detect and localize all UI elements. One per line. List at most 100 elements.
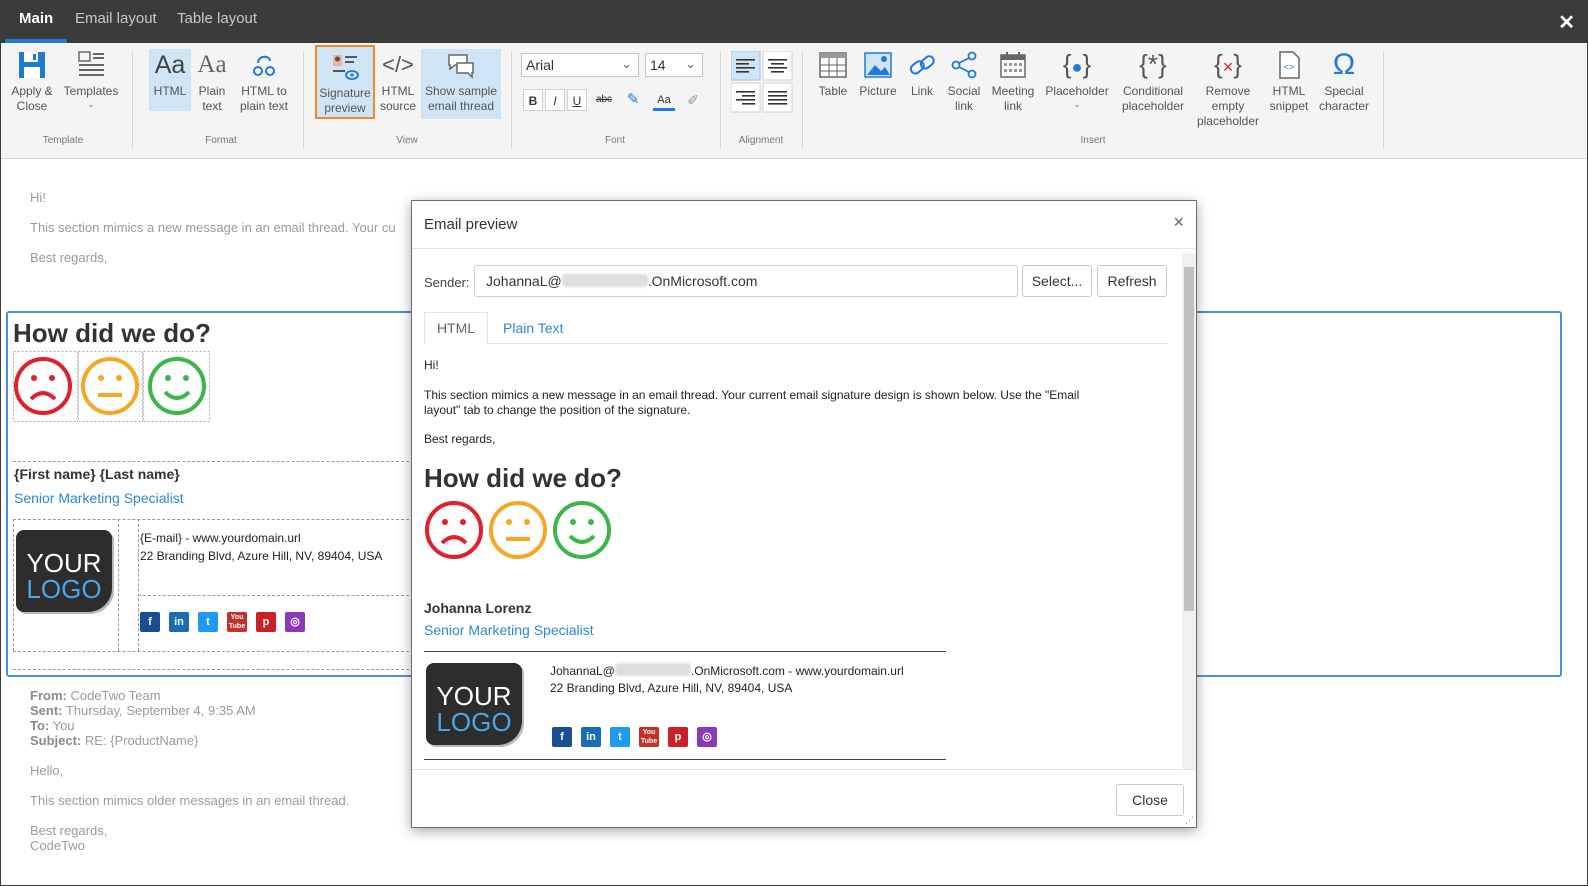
remove-placeholder-icon: {×} <box>1214 49 1242 79</box>
insert-placeholder-button[interactable]: {●} Placeholder ⌄ <box>1043 49 1111 109</box>
font-size-select[interactable]: 14 ⌄ <box>645 53 703 77</box>
instagram-icon[interactable]: ◎ <box>697 727 717 747</box>
facebook-icon[interactable]: f <box>140 612 160 632</box>
bold-button[interactable]: B <box>523 89 543 111</box>
font-family-select[interactable]: Arial ⌄ <box>521 53 639 77</box>
insert-special-character-button[interactable]: Ω Special character <box>1317 49 1371 114</box>
ribbon-toolbar: Apply & Close Templates ⌄ Template Aa HT… <box>1 43 1587 159</box>
preview-survey-title: How did we do? <box>424 463 622 493</box>
font-color-button[interactable]: Aa <box>653 89 675 111</box>
remove-placeholder-label-3: placeholder <box>1196 114 1260 128</box>
instagram-icon[interactable]: ◎ <box>285 612 305 632</box>
twitter-icon[interactable]: t <box>198 612 218 632</box>
youtube-icon[interactable]: You Tube <box>227 612 247 632</box>
signature-preview-label-1: Signature <box>319 86 371 100</box>
templates-button[interactable]: Templates ⌄ <box>63 49 119 109</box>
html-snippet-label-1: HTML <box>1272 84 1306 98</box>
placeholder-icon: {●} <box>1062 49 1092 79</box>
templates-label: Templates <box>63 84 119 98</box>
code-icon: </> <box>382 52 414 77</box>
share-icon <box>951 51 977 79</box>
preview-logo-line2: LOGO <box>436 707 512 737</box>
to-label: To: <box>30 718 50 733</box>
ribbon-divider <box>132 51 133 149</box>
html-source-button[interactable]: </> HTML source <box>379 49 417 114</box>
neutral-face-icon[interactable] <box>489 501 547 559</box>
tab-plain-text[interactable]: Plain Text <box>503 320 563 336</box>
chevron-down-icon: ⌄ <box>87 99 95 109</box>
quoted-signoff: CodeTwo <box>30 838 85 853</box>
align-left-button[interactable] <box>731 51 761 81</box>
sad-face-icon[interactable] <box>425 501 483 559</box>
align-center-button[interactable] <box>762 51 793 81</box>
clear-formatting-icon[interactable]: ✐ <box>683 89 703 111</box>
html-snippet-label-2: snippet <box>1269 99 1309 113</box>
insert-html-snippet-button[interactable]: <> HTML snippet <box>1267 49 1311 114</box>
remove-empty-placeholder-button[interactable]: {×} Remove empty placeholder <box>1195 49 1261 129</box>
insert-social-link-button[interactable]: Social link <box>945 49 983 114</box>
tab-table-layout[interactable]: Table layout <box>177 1 257 43</box>
tab-html[interactable]: HTML <box>424 312 488 344</box>
convert-icon <box>253 55 275 76</box>
underline-button[interactable]: U <box>567 89 587 111</box>
tab-email-layout[interactable]: Email layout <box>75 1 157 43</box>
picture-icon <box>864 52 892 78</box>
html-to-plain-label-2: plain text <box>239 99 289 113</box>
divider <box>13 519 14 651</box>
divider <box>13 519 409 520</box>
address-line: 22 Branding Blvd, Azure Hill, NV, 89404,… <box>140 549 383 563</box>
insert-link-button[interactable]: Link <box>905 49 939 99</box>
highlight-color-icon[interactable]: ✎ <box>623 89 643 111</box>
close-icon[interactable]: × <box>1173 212 1184 233</box>
twitter-icon[interactable]: t <box>610 727 630 747</box>
pinterest-icon[interactable]: p <box>668 727 688 747</box>
insert-conditional-placeholder-button[interactable]: {*} Conditional placeholder <box>1117 49 1189 114</box>
align-right-button[interactable] <box>731 82 761 113</box>
quoted-from: From: CodeTwo Team <box>30 688 349 703</box>
sender-input[interactable]: JohannaL@ .OnMicrosoft.com <box>474 265 1018 297</box>
divider <box>13 461 409 462</box>
from-value: CodeTwo Team <box>70 688 161 703</box>
show-sample-thread-button[interactable]: Show sample email thread <box>421 49 501 119</box>
resize-grip-icon[interactable]: ⋰ <box>1185 815 1194 826</box>
insert-table-button[interactable]: Table <box>813 49 853 99</box>
subject-label: Subject: <box>30 733 82 748</box>
happy-face-icon[interactable] <box>148 357 206 415</box>
italic-button[interactable]: I <box>545 89 565 111</box>
html-to-plain-text-button[interactable]: HTML to plain text <box>236 49 292 114</box>
editor-greeting: Hi! <box>30 190 46 205</box>
align-justify-button[interactable] <box>762 82 793 113</box>
tab-main[interactable]: Main <box>4 1 68 43</box>
chevron-down-icon: ⌄ <box>621 56 632 71</box>
preview-scrollbar-thumb[interactable] <box>1184 267 1194 611</box>
insert-meeting-link-button[interactable]: Meeting link <box>989 49 1037 114</box>
top-tab-bar: Main Email layout Table layout ✕ <box>1 1 1587 43</box>
quoted-regards: Best regards, <box>30 823 108 838</box>
refresh-button[interactable]: Refresh <box>1097 265 1167 297</box>
subject-value: RE: {ProductName} <box>84 733 199 748</box>
strikethrough-button[interactable]: abc <box>593 89 615 111</box>
close-window-icon[interactable]: ✕ <box>1558 10 1575 35</box>
sad-face-icon[interactable] <box>14 357 72 415</box>
linkedin-icon[interactable]: in <box>581 727 601 747</box>
divider <box>424 759 946 760</box>
view-group-label: View <box>396 135 418 146</box>
happy-face-icon[interactable] <box>553 501 611 559</box>
signature-preview-button[interactable]: Signature preview <box>315 45 375 119</box>
format-html-button[interactable]: Aa HTML <box>149 49 191 111</box>
insert-picture-button[interactable]: Picture <box>857 49 899 99</box>
sent-label: Sent: <box>30 703 63 718</box>
close-button[interactable]: Close <box>1116 784 1184 816</box>
youtube-icon[interactable]: You Tube <box>639 727 659 747</box>
format-html-label: HTML <box>153 84 187 98</box>
format-plain-text-button[interactable]: Aa Plain text <box>194 49 230 114</box>
linkedin-icon[interactable]: in <box>169 612 189 632</box>
facebook-icon[interactable]: f <box>552 727 572 747</box>
font-group-label: Font <box>604 135 625 146</box>
neutral-face-icon[interactable] <box>81 357 139 415</box>
apply-close-button[interactable]: Apply & Close <box>7 49 57 114</box>
name-placeholder: {First name} {Last name} <box>14 466 180 482</box>
pinterest-icon[interactable]: p <box>256 612 276 632</box>
select-sender-button[interactable]: Select... <box>1022 265 1092 297</box>
preview-smileys <box>425 501 611 559</box>
